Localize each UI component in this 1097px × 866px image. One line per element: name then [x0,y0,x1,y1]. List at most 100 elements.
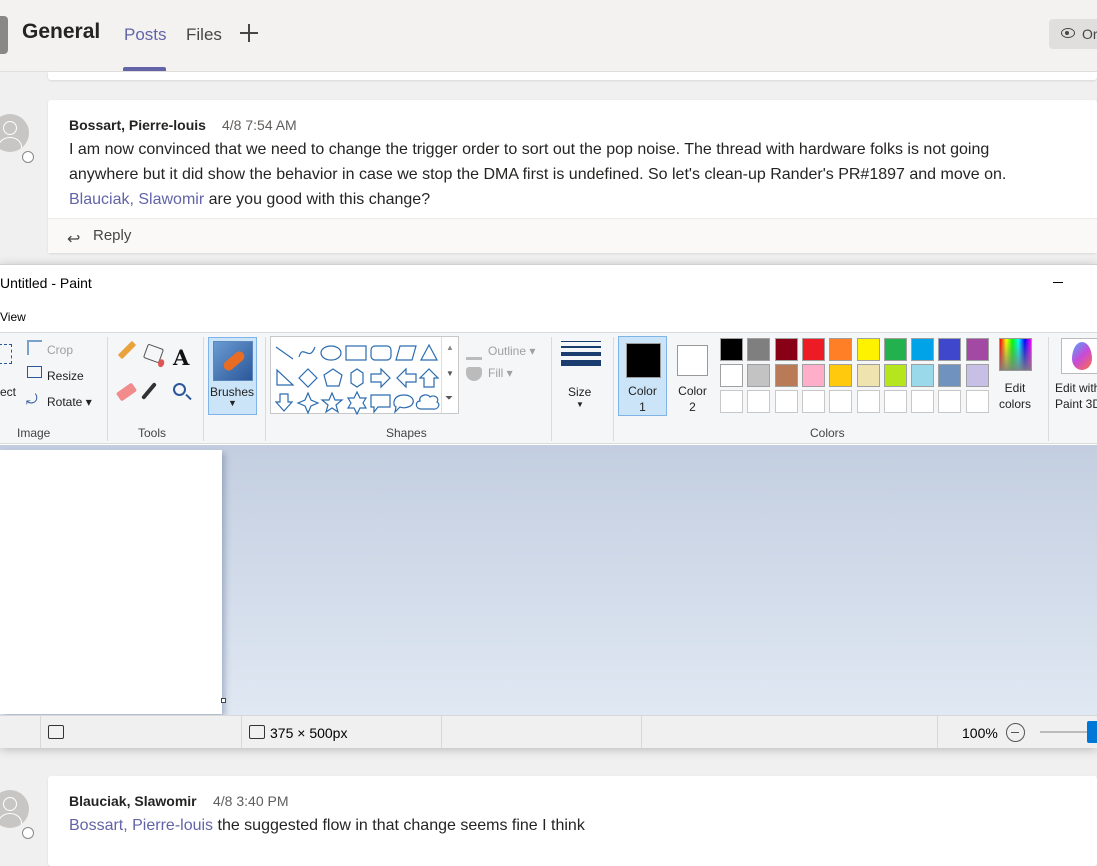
tab-posts[interactable]: Posts [124,25,167,45]
pencil-icon[interactable] [117,340,137,360]
palette-color-swatch[interactable] [938,390,962,413]
fill-button[interactable]: Fill ▾ [488,366,513,380]
oval-callout-icon [393,394,414,414]
palette-color-swatch[interactable] [774,338,798,361]
palette-color-swatch[interactable] [938,338,962,361]
edit-colors-icon[interactable] [999,338,1032,371]
palette-color-swatch[interactable] [720,390,743,413]
palette-color-swatch[interactable] [883,364,907,387]
status-divider [441,716,442,749]
palette-color-swatch[interactable] [829,390,853,413]
palette-color-swatch[interactable] [747,390,771,413]
group-label-colors: Colors [810,426,845,440]
tab-files[interactable]: Files [186,25,222,45]
chevron-down-icon: ▼ [228,398,237,408]
size-icon[interactable] [561,341,601,373]
drawing-canvas[interactable] [0,450,222,714]
canvas-dimensions: 375 × 500px [270,725,348,741]
scroll-down-icon[interactable]: ▼ [446,369,454,378]
color-picker-icon[interactable] [141,382,157,400]
rotate-button[interactable]: Rotate ▾ [47,395,92,409]
brushes-button[interactable]: Brushes ▼ [208,337,257,415]
outline-label: Outline [488,344,527,358]
mention-link[interactable]: Bossart, Pierre-louis [69,817,213,834]
org-wide-button[interactable]: Or [1049,19,1097,49]
outline-button[interactable]: Outline ▾ [488,344,535,358]
rect-callout-icon [370,394,391,414]
presence-status-icon [22,151,34,163]
select-icon[interactable] [0,344,12,364]
paint3d-label-line1[interactable]: Edit with [1055,381,1097,395]
status-divider [641,716,642,749]
palette-color-swatch[interactable] [856,364,880,387]
palette-color-swatch[interactable] [883,338,907,361]
palette-color-swatch[interactable] [911,364,935,387]
expand-gallery-icon[interactable]: ⏷ [445,393,453,404]
palette-color-swatch[interactable] [965,390,989,413]
selection-size-icon [48,725,64,739]
plus-icon[interactable] [238,22,260,44]
zoom-slider-thumb[interactable] [1087,721,1097,743]
palette-color-swatch[interactable] [965,364,989,387]
paint3d-label-line2[interactable]: Paint 3D [1055,397,1097,411]
palette-color-swatch[interactable] [938,364,962,387]
status-divider [40,716,41,749]
color1-button[interactable]: Color 1 [618,336,667,416]
fill-bucket-icon[interactable] [142,343,165,364]
resize-button[interactable]: Resize [47,369,84,383]
edit-with-paint3d-button[interactable] [1061,338,1097,374]
paint-window: Untitled - Paint View ect Crop Resize ⤾ … [0,264,1097,749]
color1-label-line1: Color [628,384,657,398]
palette-color-swatch[interactable] [856,338,880,361]
palette-color-swatch[interactable] [720,364,743,387]
palette-color-swatch[interactable] [829,338,853,361]
palette-color-swatch[interactable] [747,364,771,387]
palette-color-swatch[interactable] [856,390,880,413]
avatar[interactable] [0,114,29,152]
zoom-out-button[interactable] [1006,723,1025,742]
message-author[interactable]: Blauciak, Slawomir [69,793,197,809]
mention-link[interactable]: Blauciak, Slawomir [69,191,204,208]
scroll-up-icon[interactable]: ▲ [446,343,454,352]
palette-color-swatch[interactable] [911,390,935,413]
palette-color-swatch[interactable] [801,338,825,361]
palette-color-swatch[interactable] [720,338,743,361]
polygon-shape-icon [395,345,417,361]
canvas-workspace[interactable] [0,445,1097,715]
edit-colors-label-line1[interactable]: Edit [990,381,1040,395]
eraser-icon[interactable] [115,382,138,402]
avatar[interactable] [0,790,29,828]
status-divider [241,716,242,749]
select-button-label[interactable]: ect [0,385,16,399]
palette-color-swatch[interactable] [965,338,989,361]
palette-color-swatch[interactable] [801,390,825,413]
reply-bar[interactable]: ↩ Reply [48,218,1097,253]
edit-colors-label-line2[interactable]: colors [990,397,1040,411]
magnifier-icon[interactable] [173,383,186,396]
palette-color-swatch[interactable] [801,364,825,387]
message-author[interactable]: Bossart, Pierre-louis [69,117,206,133]
shapes-scrollbar[interactable]: ▲ ▼ ⏷ [441,337,458,413]
palette-color-swatch[interactable] [747,338,771,361]
size-label[interactable]: Size [568,385,591,399]
paint3d-icon [1072,342,1092,370]
crop-icon [27,340,42,355]
palette-color-swatch[interactable] [774,364,798,387]
palette-color-swatch[interactable] [829,364,853,387]
crop-button[interactable]: Crop [47,343,73,357]
color2-button[interactable]: Color 2 [668,336,717,416]
minimize-button[interactable] [1047,273,1069,291]
canvas-resize-handle[interactable] [221,698,226,703]
channel-title: General [22,20,101,43]
reply-arrow-icon: ↩ [67,231,81,248]
tab-view[interactable]: View [0,310,26,324]
palette-color-swatch[interactable] [883,390,907,413]
palette-color-swatch[interactable] [911,338,935,361]
oval-shape-icon [320,345,342,361]
chevron-down-icon: ▼ [576,400,584,409]
up-arrow-shape-icon [418,368,440,388]
text-tool-icon[interactable]: A [173,345,189,370]
shapes-gallery[interactable] [270,336,459,415]
team-avatar[interactable] [0,16,8,54]
palette-color-swatch[interactable] [774,390,798,413]
